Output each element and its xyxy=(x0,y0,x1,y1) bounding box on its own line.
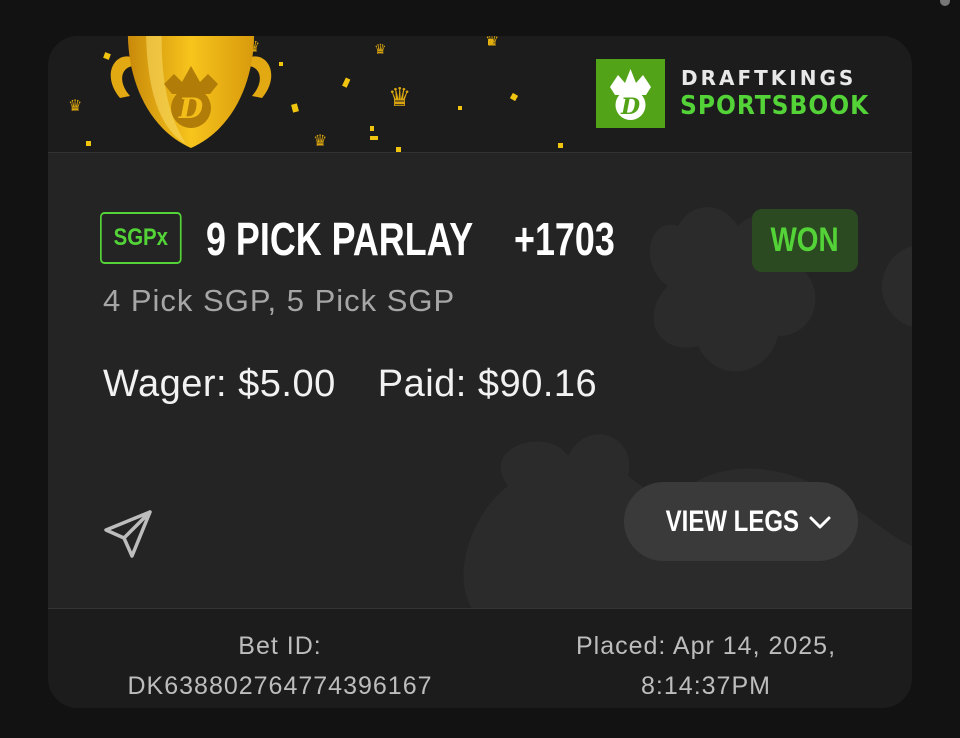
bet-id-value: DK638802764774396167 xyxy=(127,672,433,700)
bet-odds: +1703 xyxy=(514,213,615,265)
brand-name: DRAFTKINGS xyxy=(681,66,857,90)
paper-plane-icon[interactable] xyxy=(100,506,156,562)
svg-text:♛: ♛ xyxy=(313,131,327,150)
svg-text:♛: ♛ xyxy=(68,96,82,115)
status-badge: WON xyxy=(752,209,858,272)
view-legs-button[interactable]: VIEW LEGS xyxy=(624,482,858,561)
placed-date: Placed: Apr 14, 2025, xyxy=(575,632,837,660)
placed-block: Placed: Apr 14, 2025, 8:14:37PM xyxy=(552,626,860,706)
wager-label: Wager: xyxy=(103,363,228,405)
bet-card: ♛ ♛ ♛ ♛ ♛ ♛ xyxy=(48,36,912,708)
svg-text:♛: ♛ xyxy=(485,36,499,50)
card-footer: Bet ID: DK638802764774396167 Placed: Apr… xyxy=(48,608,912,708)
chevron-down-icon xyxy=(809,516,831,528)
wager-value: $5.00 xyxy=(238,363,336,405)
svg-text:D: D xyxy=(620,94,640,120)
svg-text:D: D xyxy=(178,92,204,125)
paid-label: Paid: xyxy=(377,363,467,405)
card-header: ♛ ♛ ♛ ♛ ♛ ♛ xyxy=(48,36,912,153)
view-legs-label: VIEW LEGS xyxy=(665,504,799,538)
bet-id-block: Bet ID: DK638802764774396167 xyxy=(102,626,458,706)
svg-text:♛: ♛ xyxy=(374,42,387,58)
corner-indicator xyxy=(940,0,950,6)
sgpx-tag: SGPx xyxy=(100,212,182,264)
bet-subtitle: 4 Pick SGP, 5 Pick SGP xyxy=(103,283,456,318)
bet-title: 9 PICK PARLAY xyxy=(206,213,474,265)
brand-subname: SPORTSBOOK xyxy=(680,91,870,121)
dk-crown-logo: D xyxy=(596,59,665,128)
svg-text:♛: ♛ xyxy=(388,83,411,113)
paid-value: $90.16 xyxy=(477,363,598,405)
bet-id-label: Bet ID: xyxy=(238,632,322,660)
trophy-icon: D xyxy=(110,36,272,148)
bet-amounts: Wager: $5.00 Paid: $90.16 xyxy=(103,363,597,406)
placed-time: 8:14:37PM xyxy=(641,672,771,700)
status-label: WON xyxy=(770,221,840,259)
